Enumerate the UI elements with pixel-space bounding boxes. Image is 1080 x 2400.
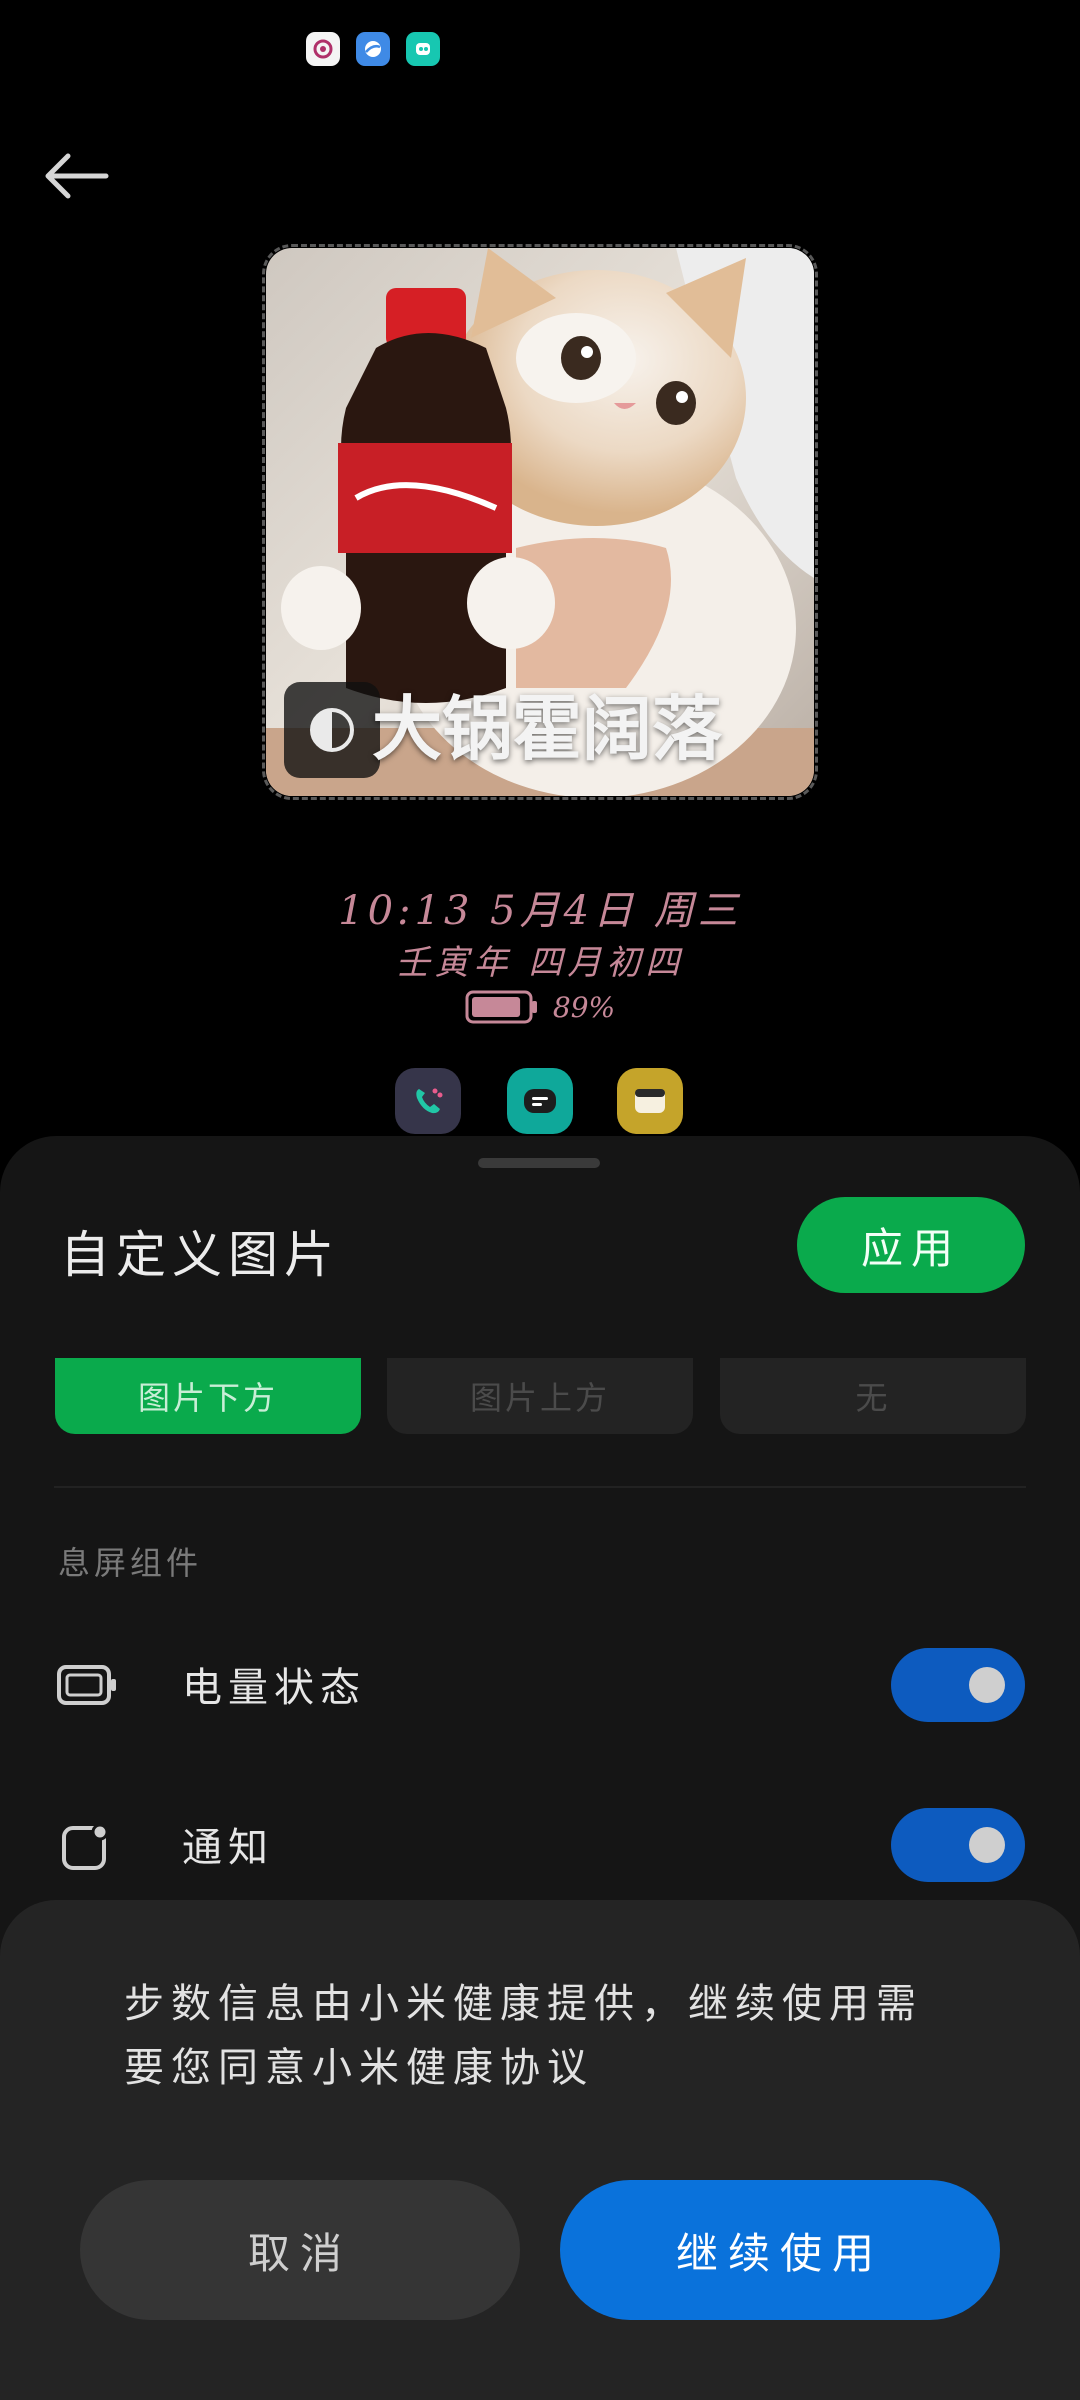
dialog-message: 步数信息由小米健康提供，继续使用需要您同意小米健康协议 [124,1981,923,2091]
back-button[interactable] [36,140,118,210]
notifications-toggle[interactable] [891,1808,1025,1882]
messages-app-icon [507,1068,573,1134]
continue-button[interactable]: 继续使用 [560,2180,1000,2320]
contrast-toggle-button[interactable] [284,682,380,778]
toggle-knob [969,1827,1005,1863]
divider [54,1486,1026,1488]
app-notification-icon-2 [356,32,390,66]
cancel-button[interactable]: 取消 [80,2180,520,2320]
sheet-title: 自定义图片 [60,1226,340,1284]
sheet-drag-handle[interactable] [478,1158,600,1168]
back-arrow-icon [45,153,109,199]
time-date-line: 10:13 5月4日 周三 [338,888,742,934]
row-label-notifications: 通知 [182,1825,274,1871]
apply-button[interactable]: 应用 [797,1197,1025,1293]
row-label-battery-status: 电量状态 [182,1665,366,1711]
phone-app-icon [395,1068,461,1134]
preview-watermark-text: 大锅霍阔落 [372,688,722,770]
toggle-knob [969,1667,1005,1703]
position-option-below[interactable]: 图片下方 [55,1358,361,1434]
section-label-aod-widgets: 息屏组件 [58,1544,203,1582]
battery-status-icon [56,1662,120,1712]
custom-image-preview[interactable]: 大锅霍阔落 [262,244,818,800]
battery-icon [465,990,537,1024]
position-option-above[interactable]: 图片上方 [387,1358,693,1434]
battery-status-toggle[interactable] [891,1648,1025,1722]
notification-icon [60,1822,112,1878]
position-option-none[interactable]: 无 [720,1358,1026,1434]
battery-percent: 89% [552,990,616,1024]
wallet-app-icon [617,1068,683,1134]
lunar-date-line: 壬寅年 四月初四 [395,943,685,983]
app-notification-icon-3 [406,32,440,66]
app-notification-icon-1 [306,32,340,66]
battery-indicator: 89% [0,990,1080,1024]
contrast-icon [310,708,354,752]
